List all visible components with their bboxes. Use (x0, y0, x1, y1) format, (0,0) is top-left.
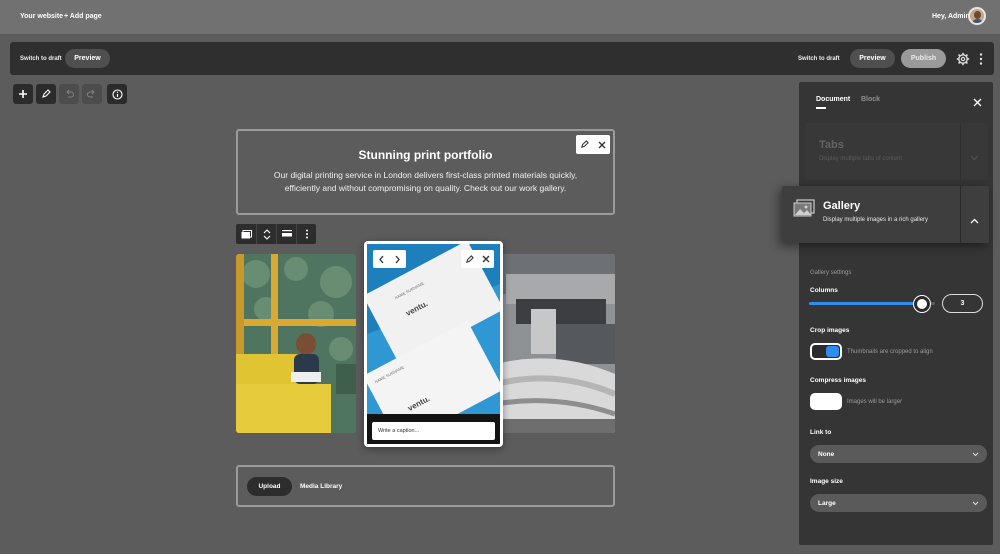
switch-to-draft-button-right[interactable]: Switch to draft (798, 56, 840, 62)
settings-sidebar: Document Block Tabs Display multiple tab… (799, 82, 993, 545)
image-size-select[interactable]: Large (810, 494, 987, 512)
plus-icon (19, 90, 27, 98)
image-size-label: Image size (810, 478, 843, 485)
active-tab-indicator (816, 107, 826, 109)
close-sidebar-icon[interactable] (973, 94, 982, 112)
info-icon (111, 88, 123, 100)
heading-block-controls (576, 135, 610, 154)
block-option-tabs[interactable]: Tabs Display multiple tabs of content (805, 123, 988, 180)
printing-press-photo (496, 254, 615, 433)
media-library-button[interactable]: Media Library (300, 483, 342, 490)
crop-images-label: Crop images (810, 327, 850, 334)
more-vertical-icon (305, 229, 308, 239)
gallery-icon (793, 199, 815, 222)
link-to-label: Link to (810, 429, 832, 436)
your-website-link[interactable]: Your website (20, 13, 63, 20)
chevron-down-icon[interactable] (970, 148, 979, 166)
move-block-button[interactable] (256, 224, 276, 244)
gallery-image-press[interactable] (496, 254, 615, 433)
caption-input[interactable]: Write a caption... (372, 422, 495, 440)
upload-button[interactable]: Upload (247, 477, 292, 496)
heading-title: Stunning print portfolio (358, 148, 493, 162)
redo-button[interactable] (82, 84, 102, 104)
gallery-settings-heading: Gallery settings (810, 270, 852, 276)
chevron-up-down-icon (263, 228, 270, 240)
align-button[interactable] (276, 224, 296, 244)
heading-block[interactable]: Stunning print portfolio Our digital pri… (236, 129, 615, 215)
preview-button[interactable]: Preview (850, 49, 895, 68)
heading-body: Our digital printing service in London d… (273, 170, 578, 193)
avatar[interactable] (968, 7, 986, 25)
image-size-value: Large (818, 499, 836, 507)
close-icon[interactable] (598, 141, 606, 149)
more-options-icon[interactable] (978, 52, 984, 71)
gallery-type-button[interactable] (236, 224, 256, 244)
add-page-link[interactable]: + Add page (64, 13, 102, 20)
edit-tool-button[interactable] (36, 84, 56, 104)
chevron-left-icon[interactable] (378, 255, 385, 264)
pencil-icon (42, 89, 51, 98)
undo-button[interactable] (59, 84, 79, 104)
settings-gear-icon[interactable] (956, 52, 970, 71)
chevron-up-icon[interactable] (970, 211, 979, 229)
admin-bar: Your website + Add page Hey, Admin (0, 0, 1000, 34)
block-more-button[interactable] (296, 224, 316, 244)
close-icon[interactable] (482, 255, 490, 263)
image-edit-controls (461, 250, 494, 268)
pencil-icon[interactable] (580, 140, 590, 149)
compress-images-hint: Images will be larger (847, 399, 903, 405)
chevron-down-icon (972, 501, 979, 505)
chevron-down-icon (972, 452, 979, 456)
user-greeting[interactable]: Hey, Admin (932, 13, 970, 20)
gallery-block-toolbar (236, 224, 316, 244)
add-block-button[interactable] (13, 84, 33, 104)
tab-document[interactable]: Document (816, 96, 850, 103)
columns-input[interactable]: 3 (942, 294, 983, 313)
editor-toolbar: Switch to draft Preview Switch to draft … (10, 42, 994, 75)
office-photo (236, 254, 356, 433)
switch-to-draft-button[interactable]: Switch to draft (20, 56, 62, 62)
tabs-block-title: Tabs (819, 139, 844, 151)
images-icon (241, 229, 252, 238)
align-full-icon (281, 230, 292, 237)
undo-icon (66, 89, 74, 98)
tabs-block-description: Display multiple tabs of content (819, 156, 903, 162)
gallery-block-title: Gallery (823, 200, 861, 212)
crop-images-hint: Thumbnails are cropped to align (847, 349, 933, 355)
upload-block: Upload Media Library (236, 465, 615, 507)
preview-button-left[interactable]: Preview (65, 49, 110, 68)
pencil-icon[interactable] (465, 254, 474, 264)
columns-label: Columns (810, 287, 838, 294)
link-to-value: None (818, 450, 835, 458)
crop-images-toggle[interactable] (810, 343, 842, 360)
compress-images-label: Compress images (810, 377, 866, 384)
compress-images-toggle[interactable] (810, 393, 842, 410)
link-to-select[interactable]: None (810, 445, 987, 463)
gallery-image-office[interactable] (236, 254, 356, 433)
publish-button[interactable]: Publish (901, 49, 946, 68)
info-button[interactable] (107, 84, 127, 104)
business-cards-photo (367, 244, 500, 444)
tab-block[interactable]: Block (861, 96, 880, 103)
image-nav-controls (373, 250, 406, 268)
block-option-gallery[interactable]: Gallery Display multiple images in a ric… (782, 186, 989, 243)
chevron-right-icon[interactable] (394, 255, 401, 264)
gallery-block-description: Display multiple images in a rich galler… (823, 217, 929, 223)
redo-icon (87, 89, 95, 98)
gallery-image-business-cards[interactable]: ventu. ventu. NAME SURNAME NAME SURNAME … (364, 241, 503, 447)
